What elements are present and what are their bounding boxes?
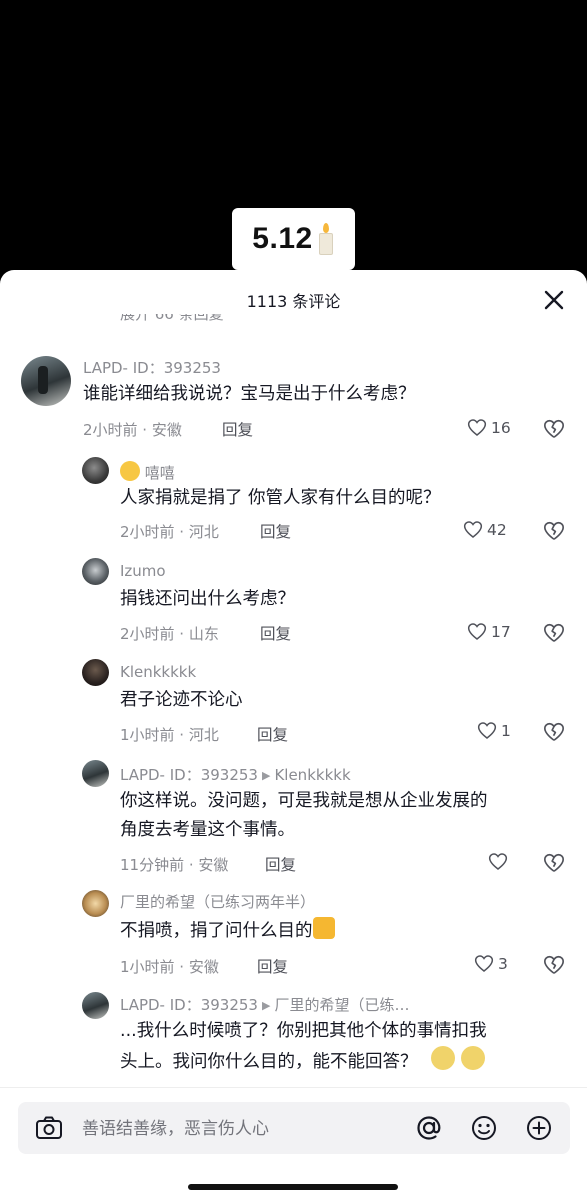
comment-username[interactable]: LAPD- ID：393253 — [83, 357, 221, 378]
comment-username[interactable]: Izumo — [120, 562, 166, 580]
comment-text-line-2: 头上。我问你什么目的，能不能回答？ — [120, 1046, 485, 1078]
like-button[interactable]: 17 — [467, 622, 511, 641]
broken-heart-icon[interactable] — [543, 721, 565, 743]
comment-text-content: 头上。我问你什么目的，能不能回答？ — [120, 1052, 418, 1072]
home-indicator — [188, 1184, 398, 1190]
comment-meta: 1小时前 · 河北 — [120, 726, 219, 744]
at-sign-icon[interactable] — [414, 1113, 444, 1143]
reply-item: 厂里的希望（已练习两年半） 不捐喷，捐了问什么目的 1小时前 · 安徽 回复 3 — [0, 888, 587, 983]
reply-button[interactable]: 回复 — [260, 520, 291, 542]
reply-item: LAPD- ID：393253 ▶ 厂里的希望（已练… ...我什么时候喷了？你别把… — [0, 990, 587, 1090]
heart-icon — [463, 521, 483, 538]
comment-text: 不捐喷，捐了问什么目的 — [120, 916, 335, 947]
username-text: LAPD- ID：393253 — [120, 766, 258, 784]
like-count: 17 — [491, 622, 511, 641]
avatar[interactable] — [82, 659, 109, 686]
like-count: 1 — [501, 721, 511, 740]
video-badge-text: 5.12 — [252, 222, 313, 255]
comment-text: 谁能详细给我说说？宝马是出于什么考虑？ — [83, 384, 416, 404]
sheet-header: 1113 条评论 — [0, 270, 587, 326]
comment-username[interactable]: LAPD- ID：393253 ▶ 厂里的希望（已练… — [120, 994, 409, 1015]
reply-to-username[interactable]: 厂里的希望（已练… — [274, 996, 409, 1014]
reply-arrow-icon: ▶ — [261, 769, 271, 782]
username-text: 嘻嘻 — [144, 464, 175, 482]
like-count: 42 — [487, 520, 507, 539]
comment-meta: 2小时前 · 山东 — [120, 625, 219, 643]
avatar[interactable] — [82, 558, 109, 585]
reply-arrow-icon: ▶ — [261, 999, 271, 1012]
comment-username[interactable]: LAPD- ID：393253 ▶ Klenkkkkk — [120, 764, 351, 785]
broken-heart-icon[interactable] — [543, 852, 565, 874]
comment-item: LAPD- ID：393253 谁能详细给我说说？宝马是出于什么考虑？ 2小时前… — [0, 350, 587, 445]
expand-replies-peek[interactable]: 展开 66 条回复 — [120, 314, 224, 326]
camera-icon[interactable] — [34, 1113, 64, 1143]
like-count: 3 — [498, 954, 508, 973]
broken-heart-icon[interactable] — [543, 418, 565, 440]
reply-item: 嘻嘻 人家捐就是捐了 你管人家有什么目的呢？ 2小时前 · 河北 回复 42 — [0, 455, 587, 550]
avatar[interactable] — [82, 457, 109, 484]
like-button[interactable]: 16 — [467, 418, 511, 437]
heart-icon — [477, 722, 497, 739]
reply-to-username[interactable]: Klenkkkkk — [274, 766, 350, 784]
expand-replies-label: 展开 66 条回复 — [120, 314, 224, 323]
comment-meta: 2小时前 · 安徽 — [83, 421, 182, 439]
reply-item: Klenkkkkk 君子论迹不论心 1小时前 · 河北 回复 1 — [0, 657, 587, 752]
comment-input-box[interactable] — [18, 1102, 570, 1154]
comment-meta: 2小时前 · 河北 — [120, 523, 219, 541]
heart-icon — [488, 853, 508, 870]
grinning-emoji-icon — [120, 461, 140, 481]
comment-text: 君子论迹不论心 — [120, 690, 243, 710]
reply-button[interactable]: 回复 — [260, 622, 291, 644]
helmet-emoji-icon — [460, 1046, 485, 1070]
like-button[interactable]: 1 — [477, 721, 511, 740]
comments-sheet: 1113 条评论 展开 66 条回复 LAPD- ID：393253 谁能详细给… — [0, 270, 587, 1200]
close-icon[interactable] — [540, 286, 568, 314]
comment-count-title: 1113 条评论 — [246, 292, 341, 311]
avatar[interactable] — [82, 760, 109, 787]
avatar[interactable] — [21, 356, 71, 406]
reply-button[interactable]: 回复 — [257, 723, 288, 745]
like-count: 16 — [491, 418, 511, 437]
like-button[interactable]: 3 — [474, 954, 508, 973]
broken-heart-icon[interactable] — [543, 622, 565, 644]
reply-item: Izumo 捐钱还问出什么考虑？ 2小时前 · 山东 回复 17 — [0, 556, 587, 651]
comment-meta: 11分钟前 · 安徽 — [120, 856, 229, 874]
reply-button[interactable]: 回复 — [222, 418, 253, 440]
reply-item: LAPD- ID：393253 ▶ Klenkkkkk 你这样说。没问题，可是我就是… — [0, 758, 587, 878]
emoji-icon[interactable] — [469, 1113, 499, 1143]
comment-text: 人家捐就是捐了 你管人家有什么目的呢？ — [120, 488, 441, 508]
comment-input[interactable] — [80, 1114, 404, 1144]
broken-heart-icon[interactable] — [543, 954, 565, 976]
video-date-badge: 5.12 — [232, 208, 355, 270]
comment-username[interactable]: 嘻嘻 — [120, 461, 175, 483]
avatar[interactable] — [82, 890, 109, 917]
comment-meta: 1小时前 · 安徽 — [120, 958, 219, 976]
helmet-emoji-icon — [431, 1046, 456, 1070]
avatar[interactable] — [82, 992, 109, 1019]
reply-button[interactable]: 回复 — [257, 955, 288, 977]
comment-text-line-1: 你这样说。没问题，可是我就是想从企业发展的 — [120, 791, 488, 811]
comment-username[interactable]: 厂里的希望（已练习两年半） — [120, 891, 315, 912]
comment-text-line-2: 角度去考量这个事情。 — [120, 820, 295, 840]
heart-icon — [474, 955, 494, 972]
comment-username[interactable]: Klenkkkkk — [120, 663, 196, 681]
comment-input-bar — [0, 1087, 587, 1201]
plus-circle-icon[interactable] — [524, 1113, 554, 1143]
heart-icon — [467, 419, 487, 436]
like-button[interactable] — [488, 852, 512, 871]
like-button[interactable]: 42 — [463, 520, 507, 539]
broken-heart-icon[interactable] — [543, 520, 565, 542]
video-area[interactable]: 5.12 — [0, 0, 587, 285]
reply-button[interactable]: 回复 — [265, 853, 296, 875]
comment-text: 捐钱还问出什么考虑？ — [120, 589, 295, 609]
heart-icon — [467, 623, 487, 640]
thumbs-up-emoji-icon — [312, 917, 335, 939]
candle-icon — [317, 223, 335, 255]
comment-text-line-1: ...我什么时候喷了？你别把其他个体的事情扣我 — [120, 1021, 487, 1041]
username-text: LAPD- ID：393253 — [120, 996, 258, 1014]
comment-text-content: 不捐喷，捐了问什么目的 — [120, 921, 313, 941]
